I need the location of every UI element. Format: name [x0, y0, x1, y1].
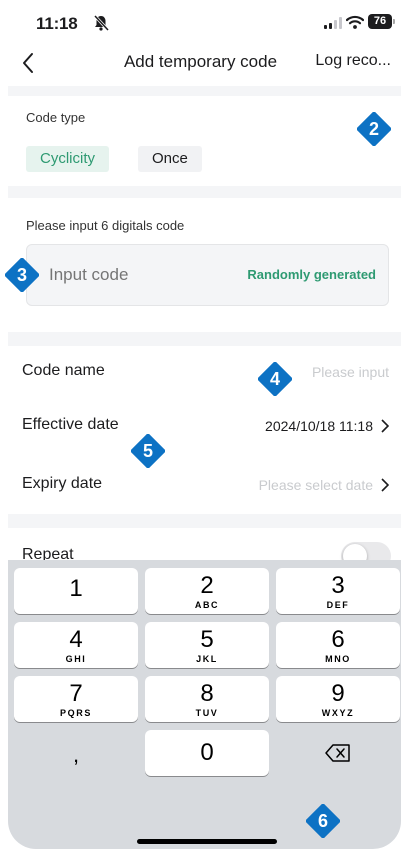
expiry-date-label: Expiry date [22, 475, 103, 492]
battery-tip [393, 19, 395, 24]
key-digit: 2 [200, 572, 214, 599]
key-9[interactable]: 9 WXYZ [276, 676, 400, 722]
delete-backspace-icon [325, 744, 350, 762]
key-letters: GHI [65, 654, 87, 664]
badge-number: 2 [368, 119, 379, 139]
expiry-date-value[interactable]: Please select date [259, 477, 373, 493]
key-digit: 4 [69, 626, 83, 653]
cyclicity-option[interactable]: Cyclicity [26, 146, 109, 172]
badge-number: 4 [269, 369, 280, 389]
bell-slash-icon [93, 14, 110, 32]
key-1[interactable]: 1 [14, 568, 138, 614]
annotation-badge: 2 [357, 112, 391, 146]
code-name-label: Code name [22, 362, 105, 379]
code-input-label: Please input 6 digitals code [26, 218, 185, 233]
chevron-right-icon [381, 478, 389, 492]
key-digit: 6 [331, 626, 345, 653]
key-letters: PQRS [60, 708, 92, 718]
effective-date-value[interactable]: 2024/10/18 11:18 [265, 418, 373, 434]
key-letters: MNO [325, 654, 351, 664]
status-bar: 11:18 76 [0, 0, 401, 44]
key-digit: 9 [331, 680, 345, 707]
key-4[interactable]: 4 GHI [14, 622, 138, 668]
code-name-input[interactable]: Please input [312, 364, 389, 380]
key-letters: ABC [194, 600, 220, 610]
key-letters: DEF [326, 600, 350, 610]
key-digit: 1 [69, 575, 83, 602]
annotation-badge: 3 [5, 258, 39, 292]
badge-number: 5 [142, 441, 153, 461]
key-letters: TUV [195, 708, 219, 718]
nav-bar: Add temporary code Log reco... [0, 44, 401, 82]
annotation-badge: 5 [131, 434, 165, 468]
badge-number: 6 [317, 811, 328, 831]
randomly-generated-button[interactable]: Randomly generated [247, 267, 376, 282]
key-digit: 7 [69, 680, 83, 707]
key-5[interactable]: 5 JKL [145, 622, 269, 668]
badge-number: 3 [16, 265, 27, 285]
section-divider [8, 332, 401, 346]
key-7[interactable]: 7 PQRS [14, 676, 138, 722]
signal-icon [324, 17, 342, 29]
home-indicator [137, 839, 277, 844]
annotation-badge: 4 [258, 362, 292, 396]
battery-icon: 76 [368, 14, 392, 29]
section-divider [8, 86, 401, 96]
key-letters: WXYZ [321, 708, 355, 718]
log-records-link[interactable]: Log reco... [315, 52, 391, 70]
key-letters: JKL [196, 654, 218, 664]
annotation-badge: 6 [306, 804, 340, 838]
key-8[interactable]: 8 TUV [145, 676, 269, 722]
key-digit: 3 [331, 572, 345, 599]
wifi-icon [346, 15, 364, 29]
chevron-right-icon [381, 419, 389, 433]
effective-date-label: Effective date [22, 416, 119, 433]
key-digit: 8 [200, 680, 214, 707]
once-option[interactable]: Once [138, 146, 202, 172]
code-type-label: Code type [26, 110, 86, 125]
delete-key[interactable] [276, 730, 400, 776]
key-comma[interactable]: , [14, 732, 138, 778]
key-3[interactable]: 3 DEF [276, 568, 400, 614]
key-2[interactable]: 2 ABC [145, 568, 269, 614]
key-digit: 5 [200, 626, 214, 653]
status-time: 11:18 [36, 14, 78, 33]
section-divider [8, 186, 401, 198]
key-digit: 0 [200, 739, 214, 766]
key-0[interactable]: 0 [145, 730, 269, 776]
numeric-keyboard: 1 2 ABC 3 DEF 4 GHI 5 JKL 6 MNO 7 PQRS 8… [8, 560, 401, 849]
code-input[interactable] [49, 265, 229, 285]
key-6[interactable]: 6 MNO [276, 622, 400, 668]
code-input-box: Randomly generated [26, 244, 389, 306]
section-divider [8, 514, 401, 528]
